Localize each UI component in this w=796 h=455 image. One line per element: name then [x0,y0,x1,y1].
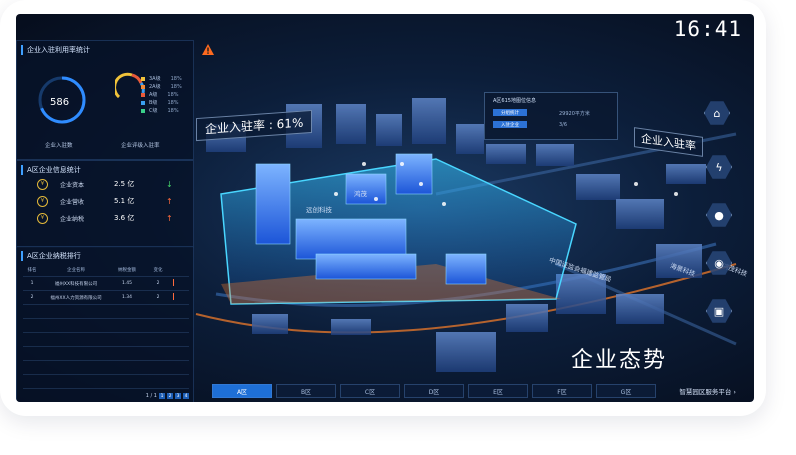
tab-zone-c[interactable]: C区 [340,384,400,398]
table-row [23,305,189,319]
zone-tabs: A区 B区 C区 D区 E区 F区 G区 [212,384,656,398]
table-row [23,375,189,389]
info-card-title: A区615地图位信息 [493,98,536,104]
coin-icon: ¥ [37,195,48,207]
table-row [23,319,189,333]
table-row[interactable]: 2 福州XX人力资源有限公司 1.34 2 [23,291,189,305]
legend-item: C级 18% [141,107,179,114]
ring-value: 586 [50,97,70,108]
chevron-right-icon: › [733,388,736,396]
page-button[interactable]: 1 [159,393,165,399]
page-button[interactable]: 2 [167,393,173,399]
zone-info-card: A区615地图位信息 分组统计 入驻企业 29920平方米 3/6 [484,92,618,140]
page-button[interactable]: 3 [175,393,181,399]
coin-icon: ¥ [37,178,48,190]
trend-up-icon: ↑ [166,213,173,223]
tab-zone-e[interactable]: E区 [468,384,528,398]
tab-zone-a[interactable]: A区 [212,384,272,398]
ring-label: 企业入驻数 [45,143,73,149]
info-row: ¥ 企业营收 5.1 亿 ↑ [37,194,185,208]
enterprise-info-panel: A区企业信息统计 ¥ 企业资本 2.5 亿 ↓ ¥ 企业营收 5.1 亿 ↑ ¥… [16,160,194,248]
clock: 16:41 [673,17,742,41]
tab-zone-b[interactable]: B区 [276,384,336,398]
table-row [23,347,189,361]
platform-label: 智慧园区服务平台 [679,388,732,396]
enterprise-occupancy-panel: 企业入驻利用率统计 586 企业入驻数 企业评级入驻率 3A级 18% 2A级 18… [16,40,194,160]
screenshot-card: 16:41 企业入驻利用率统计 586 企业入驻数 企业评级入驻率 3A级 18%… [0,0,766,416]
section-title: 企业态势 [571,348,668,373]
gauge-label: 企业评级入驻率 [121,143,160,149]
table-row[interactable]: 1 福州XX科技有限公司 1.45 2 [23,277,189,291]
enterprises-button[interactable]: 入驻企业 [493,121,527,128]
info-card-count: 3/6 [559,122,568,128]
info-card-area: 29920平方米 [559,111,590,117]
legend-item: A级 18% [141,91,179,98]
table-row [23,333,189,347]
tax-ranking-panel: A区企业纳税排行 排名 企业名称 纳税金额 变化 1 福州XX科技有限公司 1.… [16,246,194,402]
dashboard-screen: 16:41 企业入驻利用率统计 586 企业入驻数 企业评级入驻率 3A级 18%… [16,14,754,402]
panel-title: A区企业纳税排行 [21,251,81,261]
page-button[interactable]: 4 [183,393,189,399]
tab-zone-f[interactable]: F区 [532,384,592,398]
trend-down-icon: ↓ [166,179,173,189]
info-row: ¥ 企业纳税 3.6 亿 ↑ [37,211,185,225]
page-indicator: 1 / 1 [145,393,157,399]
panel-title: 企业入驻利用率统计 [21,45,90,55]
building-label: 鸿茂 [354,190,367,198]
table-header: 排名 企业名称 纳税金额 变化 [23,263,189,277]
pagination: 1 / 1 1 2 3 4 [146,393,189,399]
legend-item: B级 18% [141,99,179,106]
table-row [23,361,189,375]
legend-item: 3A级 18% [141,75,182,82]
building-label: 远创科技 [306,206,332,214]
group-stats-button[interactable]: 分组统计 [493,109,527,116]
platform-link[interactable]: 智慧园区服务平台 › [679,386,736,396]
tab-zone-d[interactable]: D区 [404,384,464,398]
trend-up-icon: ↑ [166,196,173,206]
ranking-table: 排名 企业名称 纳税金额 变化 1 福州XX科技有限公司 1.45 2 2 福州… [23,263,189,389]
legend-item: 2A级 18% [141,83,182,90]
warning-icon[interactable] [202,44,214,55]
panel-title: A区企业信息统计 [21,165,81,175]
coin-icon: ¥ [37,212,48,224]
info-row: ¥ 企业资本 2.5 亿 ↓ [37,177,185,191]
tab-zone-g[interactable]: G区 [596,384,656,398]
